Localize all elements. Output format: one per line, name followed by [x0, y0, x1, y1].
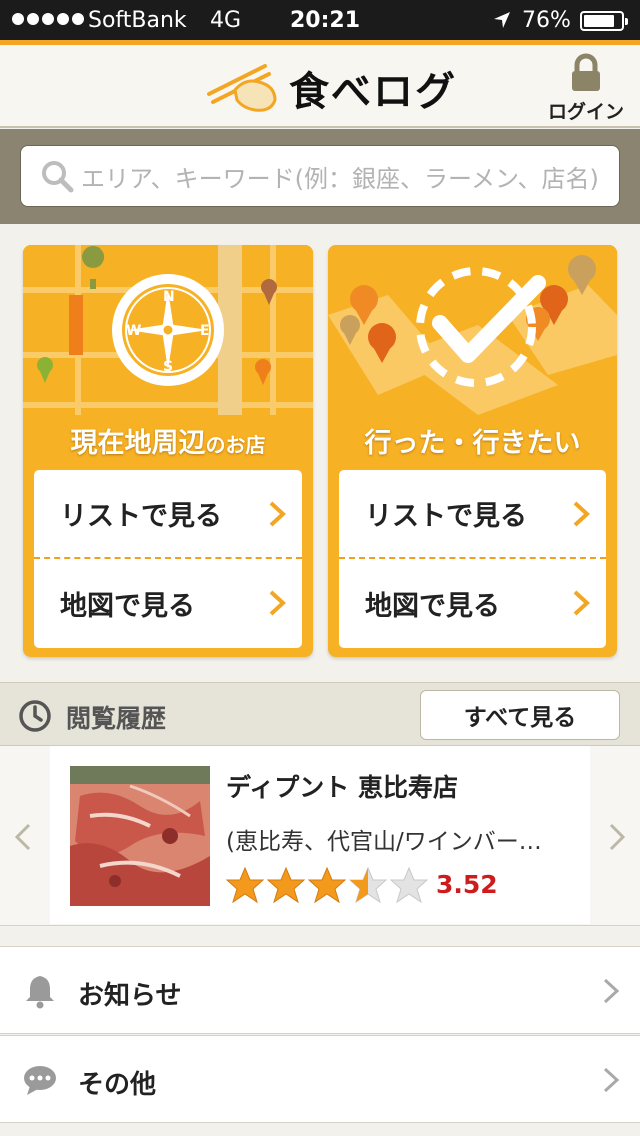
location-arrow-icon [494, 12, 510, 28]
notifications-item[interactable]: お知らせ [0, 946, 640, 1034]
visited-list-label: リストで見る [365, 501, 527, 532]
visited-wishlist-card: 行った・行きたい リストで見る 地図で見る [328, 245, 617, 657]
chevron-right-icon [603, 1067, 620, 1093]
svg-text:E: E [200, 323, 210, 339]
restaurant-area: (恵比寿、代官山/ワインバー… [226, 829, 542, 855]
nearby-list-button[interactable]: リストで見る [34, 470, 302, 559]
rating-score: 3.52 [436, 870, 498, 899]
search-bar: エリア、キーワード(例：銀座、ラーメン、店名) [0, 129, 640, 224]
chevron-right-icon [603, 978, 620, 1004]
star-full-icon [308, 866, 346, 904]
star-full-icon [226, 866, 264, 904]
star-half-icon [349, 866, 387, 904]
history-title: 閲覧履歴 [66, 704, 167, 733]
app-header: 食べログ ログイン [0, 45, 640, 128]
nearby-map-label: 地図で見る [60, 590, 195, 622]
chevron-right-icon [269, 501, 286, 527]
nearby-map-button[interactable]: 地図で見る [34, 559, 302, 647]
search-input[interactable]: エリア、キーワード(例：銀座、ラーメン、店名) [20, 145, 620, 207]
login-button[interactable]: ログイン [544, 53, 628, 123]
carrier-name: SoftBank [88, 8, 187, 33]
nearby-title-small: のお店 [205, 433, 266, 457]
app-logo: 食べログ [205, 59, 457, 117]
restaurant-name: ディプント 恵比寿店 [226, 773, 458, 802]
history-carousel: ディプント 恵比寿店 (恵比寿、代官山/ワインバー… 3.52 [0, 746, 640, 926]
chevron-right-icon [269, 590, 286, 616]
nearby-options: リストで見る 地図で見る [34, 470, 302, 648]
notifications-label: お知らせ [78, 981, 182, 1011]
logo-text: 食べログ [289, 69, 457, 115]
visited-title-main: 行った・行きたい [364, 428, 581, 459]
chevron-right-icon [573, 590, 590, 616]
lock-icon [572, 53, 600, 91]
bottom-spacer [0, 1124, 640, 1136]
visited-list-button[interactable]: リストで見る [339, 470, 606, 559]
bell-icon [26, 976, 54, 1009]
login-label: ログイン [547, 101, 624, 123]
svg-text:N: N [163, 289, 175, 305]
restaurant-photo [70, 766, 210, 906]
history-header: 閲覧履歴 すべて見る [0, 682, 640, 746]
clock: 20:21 [290, 8, 361, 33]
visited-map-button[interactable]: 地図で見る [339, 559, 606, 647]
star-full-icon [267, 866, 305, 904]
carousel-prev-icon[interactable] [14, 822, 32, 852]
nearby-list-label: リストで見る [60, 501, 222, 532]
nearby-card: N S W E 現在地周辺のお店 リストで見る 地図で見る [23, 245, 313, 657]
visited-card-title: 行った・行きたい [328, 421, 617, 460]
rating-stars [226, 866, 428, 904]
search-icon [42, 161, 74, 193]
search-placeholder: エリア、キーワード(例：銀座、ラーメン、店名) [81, 164, 599, 193]
nearby-card-title: 現在地周辺のお店 [23, 421, 313, 460]
carousel-next-icon[interactable] [608, 822, 626, 852]
visited-map-label: 地図で見る [365, 590, 500, 622]
visited-options: リストで見る 地図で見る [339, 470, 606, 648]
chevron-right-icon [573, 501, 590, 527]
nearby-title-main: 現在地周辺 [70, 428, 206, 459]
other-item[interactable]: その他 [0, 1035, 640, 1123]
signal-dots-icon [12, 13, 84, 25]
see-all-label: すべて見る [463, 705, 577, 731]
star-empty-icon [390, 866, 428, 904]
battery-percent: 76% [522, 8, 571, 33]
chopsticks-hand-icon [207, 64, 277, 112]
status-bar: SoftBank 4G 20:21 76% [0, 0, 640, 40]
history-item[interactable]: ディプント 恵比寿店 (恵比寿、代官山/ワインバー… 3.52 [50, 746, 590, 924]
svg-text:S: S [163, 359, 173, 375]
network-type: 4G [210, 8, 242, 33]
clock-icon [19, 700, 51, 732]
chat-bubble-icon [24, 1066, 56, 1095]
other-label: その他 [78, 1070, 157, 1100]
svg-text:W: W [126, 323, 141, 339]
see-all-button[interactable]: すべて見る [420, 690, 620, 740]
battery-icon [580, 11, 628, 31]
